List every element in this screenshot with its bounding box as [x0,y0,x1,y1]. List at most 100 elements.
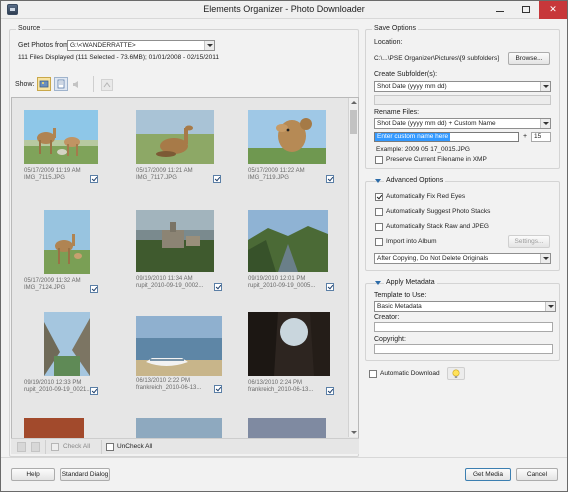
template-select[interactable]: Basic Metadata [374,301,556,312]
chevron-down-icon [540,119,550,128]
collapse-metadata-icon[interactable] [375,281,381,285]
rotate-right-icon[interactable] [31,442,40,452]
cancel-button[interactable]: Cancel [516,468,558,481]
rotate-left-icon[interactable] [17,442,26,452]
minimize-icon [496,11,504,13]
thumbnail-filename: frankreich_2010-06-13... [136,385,202,391]
import-album-label: Import into Album [386,238,437,245]
thumbnail-image [248,312,330,376]
help-button[interactable]: Help [11,468,55,481]
minimize-button[interactable] [487,1,513,19]
toolbar-divider [93,76,94,92]
thumbnail-date: 05/17/2009 11:22 AM [248,168,305,174]
standard-dialog-button[interactable]: Standard Dialog [60,468,110,481]
uncheck-all-button[interactable]: UnCheck All [117,443,152,450]
thumbnail-checkbox[interactable] [213,175,221,183]
thumbnail-date: 09/19/2010 12:33 PM [24,380,82,386]
thumbnail-checkbox[interactable] [326,175,334,183]
thumbnail-checkbox[interactable] [90,175,98,183]
counter-input[interactable]: 15 [531,132,551,142]
get-media-button[interactable]: Get Media [465,468,511,481]
apply-metadata-title[interactable]: Apply Metadata [384,279,437,286]
custom-subfolder-field[interactable] [374,95,551,105]
stack-raw-checkbox[interactable] [375,223,383,231]
collapse-advanced-icon[interactable] [375,179,381,183]
thumbnail-image [136,110,214,164]
thumbnail-checkbox[interactable] [214,283,222,291]
template-label: Template to Use: [374,292,427,299]
fix-red-eyes-checkbox[interactable] [375,193,383,201]
copyright-field[interactable] [374,344,553,354]
custom-name-selection: Enter custom name here [375,133,451,141]
thumbnail-date: 06/13/2010 2:24 PM [248,380,303,386]
toolbar-divider [101,440,102,454]
gorge-photo-image [44,312,90,376]
copyright-label: Copyright: [374,336,406,343]
thumbnail-image [248,110,326,164]
thumbnail-image [248,418,326,438]
creator-field[interactable] [374,322,553,332]
toolbar-divider [45,440,46,454]
village-photo-image [136,210,214,272]
chevron-down-icon [540,82,550,91]
stack-raw-label: Automatically Stack Raw and JPEG [386,223,489,230]
thumbnail-checkbox[interactable] [214,385,222,393]
thumbnail-filename: rupit_2010-09-19_0002... [136,283,204,289]
automatic-download-label: Automatic Download [380,370,440,377]
check-all-icon [51,442,60,452]
chevron-down-icon [545,302,555,311]
thumbnail-image [44,210,90,274]
thumbnail-date: 05/17/2009 11:32 AM [24,278,81,284]
thumbnails-panel[interactable]: 05/17/2009 11:19 AM IMG_7115.JPG 05/17/2… [11,97,359,454]
preserve-filename-label: Preserve Current Filename in XMP [386,156,487,163]
camel-photo-image [248,110,326,164]
automatic-download-checkbox[interactable] [369,370,377,378]
scroll-down-icon [351,431,357,434]
scrollbar-thumb[interactable] [350,110,357,134]
rename-files-value: Shot Date (yyyy mm dd) + Custom Name [377,120,496,127]
get-photos-from-value: G:\<WANDERRATTE> [70,42,136,49]
browse-button[interactable]: Browse... [508,52,550,65]
thumbnail-date: 09/19/2010 12:01 PM [248,276,306,282]
fix-red-eyes-label: Automatically Fix Red Eyes [386,193,466,200]
camel-photo-image [24,110,98,164]
thumbnail-checkbox[interactable] [90,285,98,293]
suggest-stacks-checkbox[interactable] [375,208,383,216]
show-video-toggle[interactable] [54,77,68,91]
thumbnail-checkbox[interactable] [326,387,334,395]
maximize-button[interactable] [513,1,539,19]
get-photos-from-select[interactable]: G:\<WANDERRATTE> [67,40,215,51]
create-subfolders-label: Create Subfolder(s): [374,71,438,78]
tip-button[interactable] [447,367,465,380]
after-copying-select[interactable]: After Copying, Do Not Delete Originals [374,253,551,264]
lightbulb-icon [452,369,460,378]
thumbnail-filename: IMG_7119.JPG [248,175,289,181]
create-subfolders-value: Shot Date (yyyy mm dd) [377,83,447,90]
thumbnail-filename: rupit_2010-09-19_0021... [24,387,92,393]
thumbnail-image [24,418,84,438]
import-album-checkbox[interactable] [375,238,383,246]
rename-files-select[interactable]: Shot Date (yyyy mm dd) + Custom Name [374,118,551,129]
creator-label: Creator: [374,314,400,321]
footer-divider [1,457,567,458]
uncheck-all-icon [106,442,115,452]
preserve-filename-checkbox[interactable] [375,156,383,164]
show-photos-toggle[interactable] [37,77,51,91]
create-subfolders-select[interactable]: Shot Date (yyyy mm dd) [374,81,551,92]
thumbnail-checkbox[interactable] [90,387,98,395]
show-other-toggle[interactable] [101,79,113,91]
close-button[interactable]: ✕ [539,1,567,19]
settings-button[interactable]: Settings... [508,235,550,248]
advanced-options-title[interactable]: Advanced Options [384,177,446,184]
cave-photo-image [248,312,330,376]
template-value: Basic Metadata [377,303,422,310]
maximize-icon [522,6,530,14]
location-label: Location: [374,39,403,46]
custom-name-input[interactable]: Enter custom name here [374,132,519,142]
photo-downloader-window: Elements Organizer - Photo Downloader ✕ … [0,0,568,492]
thumbnail-filename: IMG_7115.JPG [24,175,65,181]
check-all-button[interactable]: Check All [63,443,90,450]
thumbnails-scrollbar[interactable] [348,98,358,437]
show-audio-toggle[interactable] [71,79,82,90]
thumbnail-checkbox[interactable] [326,283,334,291]
